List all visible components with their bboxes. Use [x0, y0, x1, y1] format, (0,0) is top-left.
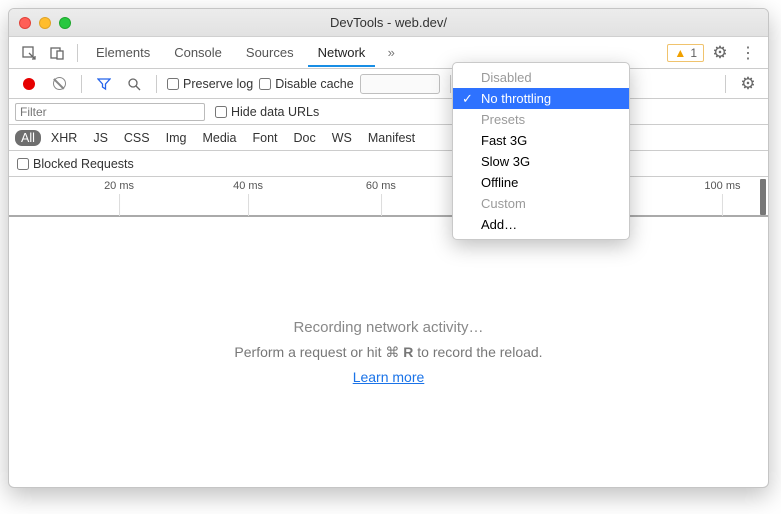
type-manifest[interactable]: Manifest: [362, 130, 421, 146]
separator: [156, 75, 157, 93]
window-titlebar: DevTools - web.dev/: [9, 9, 768, 37]
learn-more-link[interactable]: Learn more: [353, 369, 425, 385]
type-js[interactable]: JS: [87, 130, 114, 146]
throttling-select[interactable]: [360, 74, 440, 94]
type-ws[interactable]: WS: [326, 130, 358, 146]
timeline-tick: 20 ms: [104, 180, 134, 192]
preserve-log-checkbox[interactable]: Preserve log: [167, 77, 253, 91]
devtools-window: DevTools - web.dev/ Elements Console Sou…: [8, 8, 769, 488]
kebab-menu-icon[interactable]: ⋮: [736, 41, 760, 65]
window-title: DevTools - web.dev/: [9, 15, 768, 30]
timeline-tick: 100 ms: [704, 180, 740, 192]
timeline-tick: 40 ms: [233, 180, 263, 192]
blocked-requests-bar: Blocked Requests: [9, 151, 768, 177]
type-xhr[interactable]: XHR: [45, 130, 83, 146]
throttle-heading-disabled: Disabled: [453, 67, 629, 88]
empty-description: Perform a request or hit ⌘ R to record t…: [234, 344, 542, 361]
warning-icon: ▲: [674, 46, 686, 60]
tab-network[interactable]: Network: [308, 39, 376, 67]
type-font[interactable]: Font: [247, 130, 284, 146]
throttle-option-fast-3g[interactable]: Fast 3G: [453, 130, 629, 151]
filter-bar: Hide data URLs: [9, 99, 768, 125]
type-media[interactable]: Media: [196, 130, 242, 146]
network-toolbar: Preserve log Disable cache ⚙: [9, 69, 768, 99]
throttling-dropdown: Disabled No throttling Presets Fast 3G S…: [452, 62, 630, 240]
request-type-bar: All XHR JS CSS Img Media Font Doc WS Man…: [9, 125, 768, 151]
clear-button[interactable]: [47, 72, 71, 96]
warning-count: 1: [690, 46, 697, 60]
device-toolbar-icon[interactable]: [45, 41, 69, 65]
throttle-option-slow-3g[interactable]: Slow 3G: [453, 151, 629, 172]
throttle-heading-presets: Presets: [453, 109, 629, 130]
hide-data-urls-checkbox[interactable]: Hide data URLs: [215, 105, 319, 119]
disable-cache-checkbox[interactable]: Disable cache: [259, 77, 354, 91]
separator: [77, 44, 78, 62]
throttle-option-no-throttling[interactable]: No throttling: [453, 88, 629, 109]
throttle-option-offline[interactable]: Offline: [453, 172, 629, 193]
inspect-element-icon[interactable]: [17, 41, 41, 65]
blocked-requests-label: Blocked Requests: [33, 157, 134, 171]
hide-data-urls-label: Hide data URLs: [231, 105, 319, 119]
type-doc[interactable]: Doc: [288, 130, 322, 146]
filter-input[interactable]: [15, 103, 205, 121]
type-img[interactable]: Img: [160, 130, 193, 146]
warnings-chip[interactable]: ▲ 1: [667, 44, 704, 62]
empty-state: Recording network activity… Perform a re…: [9, 217, 768, 487]
timeline-handle[interactable]: [760, 179, 766, 215]
timeline-tick: 60 ms: [366, 180, 396, 192]
timeline-overview[interactable]: 20 ms 40 ms 60 ms 100 ms: [9, 177, 768, 217]
separator: [450, 75, 451, 93]
separator: [725, 75, 726, 93]
search-icon[interactable]: [122, 72, 146, 96]
settings-icon[interactable]: ⚙: [708, 41, 732, 65]
type-all[interactable]: All: [15, 130, 41, 146]
cmd-key-icon: ⌘: [385, 344, 399, 360]
main-tab-strip: Elements Console Sources Network » ▲ 1 ⚙…: [9, 37, 768, 69]
separator: [81, 75, 82, 93]
tab-elements[interactable]: Elements: [86, 39, 160, 66]
disable-cache-label: Disable cache: [275, 77, 354, 91]
empty-heading: Recording network activity…: [293, 319, 483, 336]
tab-console[interactable]: Console: [164, 39, 232, 66]
type-css[interactable]: CSS: [118, 130, 156, 146]
filter-icon[interactable]: [92, 72, 116, 96]
tab-sources[interactable]: Sources: [236, 39, 304, 66]
preserve-log-label: Preserve log: [183, 77, 253, 91]
throttle-heading-custom: Custom: [453, 193, 629, 214]
blocked-requests-checkbox[interactable]: Blocked Requests: [17, 157, 134, 171]
network-settings-icon[interactable]: ⚙: [736, 72, 760, 96]
more-tabs-icon[interactable]: »: [379, 41, 403, 65]
throttle-option-add[interactable]: Add…: [453, 214, 629, 235]
record-button[interactable]: [17, 72, 41, 96]
